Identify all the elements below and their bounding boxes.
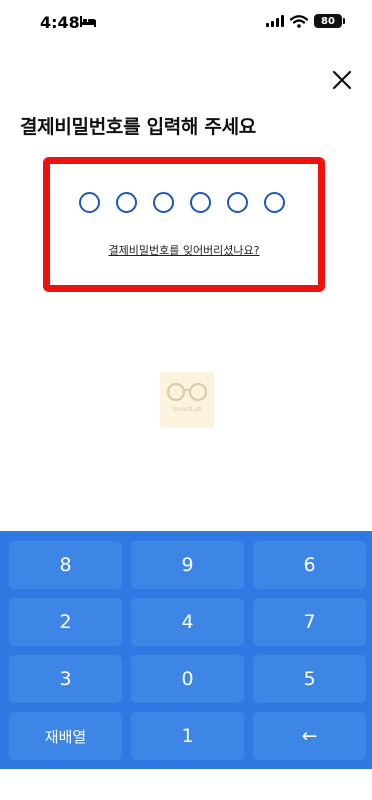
status-time: 4:48 [40, 13, 80, 32]
battery-icon: 80 [314, 14, 345, 28]
pin-dots [79, 192, 285, 213]
watermark-text: SmartLab [172, 406, 202, 413]
shuffle-keys-button[interactable]: 재배열 [9, 712, 122, 760]
backspace-button[interactable]: ← [253, 712, 366, 760]
pin-dot [116, 192, 137, 213]
battery-level: 80 [321, 15, 335, 27]
key-6[interactable]: 6 [253, 541, 366, 589]
key-3[interactable]: 3 [9, 655, 122, 703]
key-2[interactable]: 2 [9, 598, 122, 646]
status-bar: 4:48 80 [0, 0, 372, 44]
close-icon[interactable] [330, 68, 354, 92]
watermark: SmartLab [160, 372, 214, 428]
key-1[interactable]: 1 [131, 712, 244, 760]
key-4[interactable]: 4 [131, 598, 244, 646]
glasses-icon [167, 383, 207, 401]
pin-dot [227, 192, 248, 213]
pin-dot [153, 192, 174, 213]
key-5[interactable]: 5 [253, 655, 366, 703]
bottom-safe-area [0, 769, 372, 800]
signal-icon [266, 15, 284, 27]
key-0[interactable]: 0 [131, 655, 244, 703]
pin-entry-box: 결제비밀번호를 잊어버리셨나요? [43, 157, 325, 292]
number-keypad: 8 9 6 2 4 7 3 0 5 재배열 1 ← [0, 531, 372, 769]
key-8[interactable]: 8 [9, 541, 122, 589]
pin-dot [190, 192, 211, 213]
pin-dot [79, 192, 100, 213]
pin-dot [264, 192, 285, 213]
wifi-icon [290, 14, 308, 28]
status-indicators: 80 [266, 14, 345, 28]
bed-icon [80, 16, 96, 27]
key-9[interactable]: 9 [131, 541, 244, 589]
page-title: 결제비밀번호를 입력해 주세요 [20, 116, 256, 138]
forgot-password-link[interactable]: 결제비밀번호를 잊어버리셨나요? [50, 242, 318, 258]
key-7[interactable]: 7 [253, 598, 366, 646]
